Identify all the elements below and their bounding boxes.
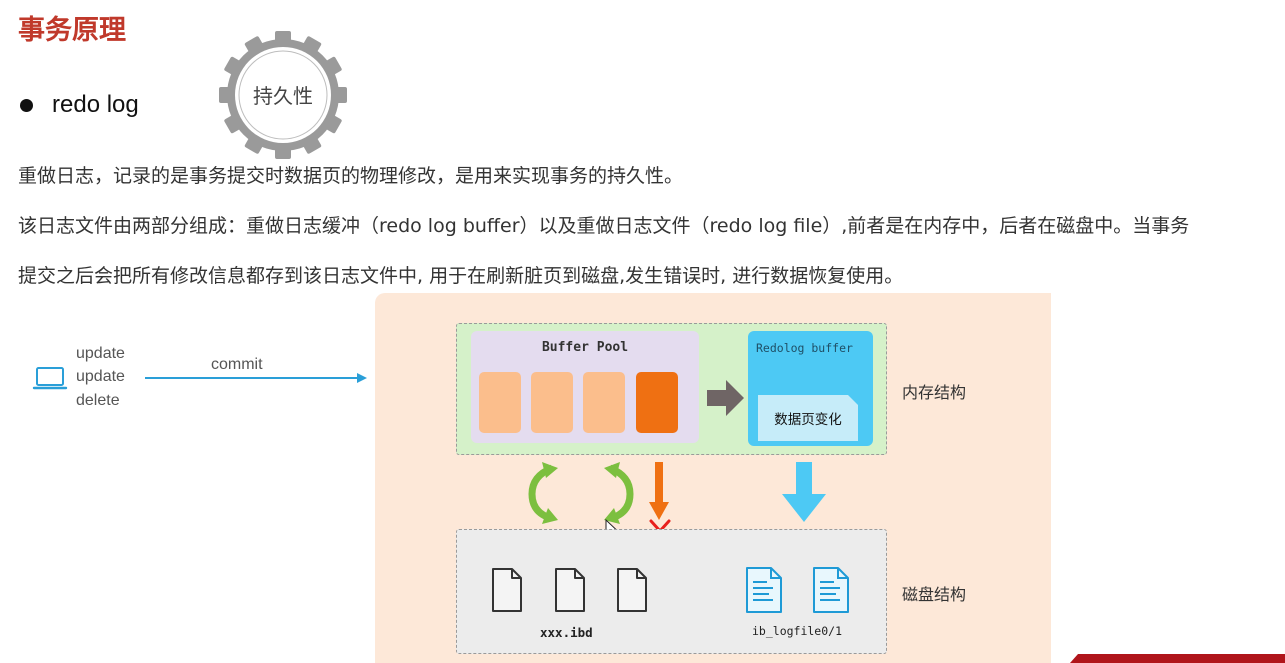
bullet-dot <box>20 99 33 112</box>
buffer-page-2 <box>531 372 573 433</box>
buffer-pool-label: Buffer Pool <box>541 340 629 355</box>
sync-arrow-icon-2 <box>604 462 634 524</box>
paragraph-2: 该日志文件由两部分组成：重做日志缓冲（redo log buffer）以及重做日… <box>18 215 1190 237</box>
buffer-page-dirty <box>636 372 678 433</box>
sync-arrow-icon <box>528 462 558 524</box>
redolog-content-label: 数据页变化 <box>774 412 842 428</box>
data-file-label: xxx.ibd <box>540 625 593 640</box>
durability-badge-label: 持久性 <box>253 84 313 108</box>
slide-title: 事务原理 <box>18 15 126 46</box>
file-icon-3 <box>617 568 647 612</box>
file-icon-2 <box>555 568 585 612</box>
bullet-redo-log: redo log <box>52 91 139 118</box>
memory-structure-label: 内存结构 <box>902 383 967 402</box>
op-update-1: update <box>76 345 125 362</box>
corner-banner <box>1070 654 1285 663</box>
buffer-page-3 <box>583 372 625 433</box>
laptop-icon <box>32 367 68 390</box>
redolog-buffer-label: Redolog buffer <box>756 341 853 355</box>
document-icon <box>746 567 782 613</box>
op-update-2: update <box>76 368 125 385</box>
buffer-page-1 <box>479 372 521 433</box>
op-delete: delete <box>76 392 120 409</box>
commit-arrow-icon <box>145 373 367 383</box>
file-icon <box>492 568 522 612</box>
log-flush-arrow-icon <box>782 462 826 522</box>
disk-structure-label: 磁盘结构 <box>902 585 967 604</box>
paragraph-3: 提交之后会把所有修改信息都存到该日志文件中, 用于在刷新脏页到磁盘,发生错误时,… <box>18 265 904 287</box>
log-file-label: ib_logfile0/1 <box>752 624 843 638</box>
dirty-flush-arrow-icon <box>649 462 669 520</box>
paragraph-1: 重做日志，记录的是事务提交时数据页的物理修改，是用来实现事务的持久性。 <box>18 165 684 187</box>
document-icon-2 <box>813 567 849 613</box>
flush-arrow-icon <box>707 380 744 416</box>
